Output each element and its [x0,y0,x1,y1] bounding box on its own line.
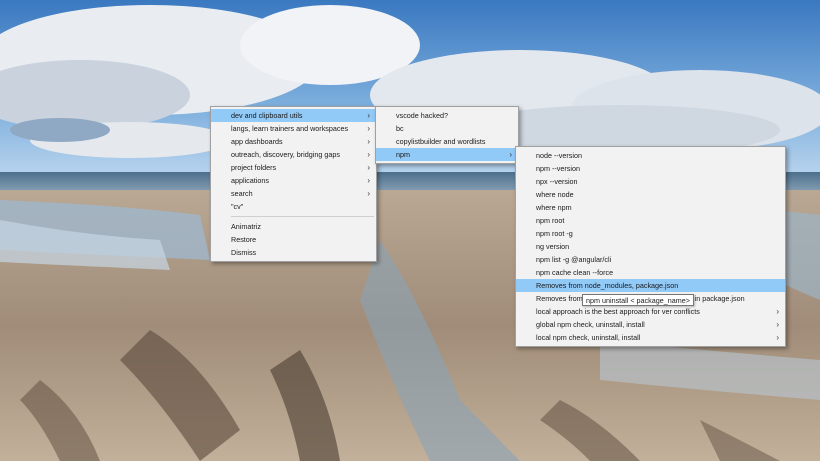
menu-item-label: Removes from node_modules, package.json [536,281,679,290]
menu-item-label: dev and clipboard utils [231,111,303,120]
menu-item-label: outreach, discovery, bridging gaps [231,150,340,159]
menu-item-where-node[interactable]: where node [516,188,785,201]
menu-item-search[interactable]: search › [211,187,376,200]
menu-item-vscode-hacked[interactable]: vscode hacked? [376,109,518,122]
menu-item-restore[interactable]: Restore [211,233,376,246]
menu-item-label: app dashboards [231,137,283,146]
menu-item-npm[interactable]: npm › [376,148,518,161]
menu-item-label: global npm check, uninstall, install [536,320,645,329]
dev-utils-submenu: vscode hacked? bc copylistbuilder and wo… [375,106,519,164]
menu-item-label: ng version [536,242,570,251]
menu-item-label: npm list -g @angular/cli [536,255,612,264]
menu-item-label: npm cache clean --force [536,268,614,277]
tooltip: npm uninstall < package_name> [582,294,694,306]
menu-item-label: search [231,189,253,198]
menu-item-label: npm [396,150,410,159]
submenu-arrow-icon: › [776,333,779,342]
menu-item-label: where npm [536,203,572,212]
menu-item-label: copylistbuilder and wordlists [396,137,486,146]
menu-item-where-npm[interactable]: where npm [516,201,785,214]
menu-item-app-dashboards[interactable]: app dashboards › [211,135,376,148]
menu-item-label: "cv" [231,202,244,211]
menu-item-copylistbuilder[interactable]: copylistbuilder and wordlists [376,135,518,148]
submenu-arrow-icon: › [367,111,370,120]
menu-item-npm-list-angular[interactable]: npm list -g @angular/cli [516,253,785,266]
menu-item-label: local approach is the best approach for … [536,307,700,316]
submenu-arrow-icon: › [776,320,779,329]
menu-item-label: langs, learn trainers and workspaces [231,124,349,133]
menu-item-label: npm --version [536,164,580,173]
submenu-arrow-icon: › [367,176,370,185]
menu-item-label: vscode hacked? [396,111,448,120]
menu-item-label: project folders [231,163,277,172]
menu-item-outreach[interactable]: outreach, discovery, bridging gaps › [211,148,376,161]
menu-item-remove-node-modules-package[interactable]: Removes from node_modules, package.json [516,279,785,292]
menu-item-langs-learn[interactable]: langs, learn trainers and workspaces › [211,122,376,135]
menu-item-label: local npm check, uninstall, install [536,333,641,342]
submenu-arrow-icon: › [509,150,512,159]
menu-item-dismiss[interactable]: Dismiss [211,246,376,259]
submenu-arrow-icon: › [367,137,370,146]
menu-item-dev-clipboard-utils[interactable]: dev and clipboard utils › [211,109,376,122]
menu-item-node-version[interactable]: node --version [516,149,785,162]
menu-item-animatriz[interactable]: Animatriz [211,220,376,233]
menu-item-npm-root[interactable]: npm root [516,214,785,227]
menu-item-npx-version[interactable]: npx --version [516,175,785,188]
menu-item-project-folders[interactable]: project folders › [211,161,376,174]
submenu-arrow-icon: › [367,189,370,198]
menu-item-global-npm-check[interactable]: global npm check, uninstall, install › [516,318,785,331]
menu-item-label: node --version [536,151,582,160]
menu-item-local-npm-check[interactable]: local npm check, uninstall, install › [516,331,785,344]
menu-item-label: Restore [231,235,257,244]
menu-item-label: Animatriz [231,222,261,231]
menu-item-label: npm root -g [536,229,573,238]
menu-item-label: applications [231,176,269,185]
menu-item-npm-cache-clean[interactable]: npm cache clean --force [516,266,785,279]
menu-item-bc[interactable]: bc [376,122,518,135]
menu-separator [231,216,374,217]
submenu-arrow-icon: › [367,124,370,133]
menu-item-label: npm root [536,216,565,225]
submenu-arrow-icon: › [367,163,370,172]
npm-submenu: node --version npm --version npx --versi… [515,146,786,347]
menu-item-npm-version[interactable]: npm --version [516,162,785,175]
menu-item-cv[interactable]: "cv" [211,200,376,213]
menu-item-npm-root-g[interactable]: npm root -g [516,227,785,240]
menu-item-applications[interactable]: applications › [211,174,376,187]
submenu-arrow-icon: › [367,150,370,159]
submenu-arrow-icon: › [776,307,779,316]
menu-item-local-approach[interactable]: local approach is the best approach for … [516,305,785,318]
menu-item-label: where node [536,190,574,199]
menu-item-label: Dismiss [231,248,257,257]
menu-item-ng-version[interactable]: ng version [516,240,785,253]
main-context-menu: dev and clipboard utils › langs, learn t… [210,106,377,262]
menu-item-label: npx --version [536,177,578,186]
menu-item-label: bc [396,124,404,133]
